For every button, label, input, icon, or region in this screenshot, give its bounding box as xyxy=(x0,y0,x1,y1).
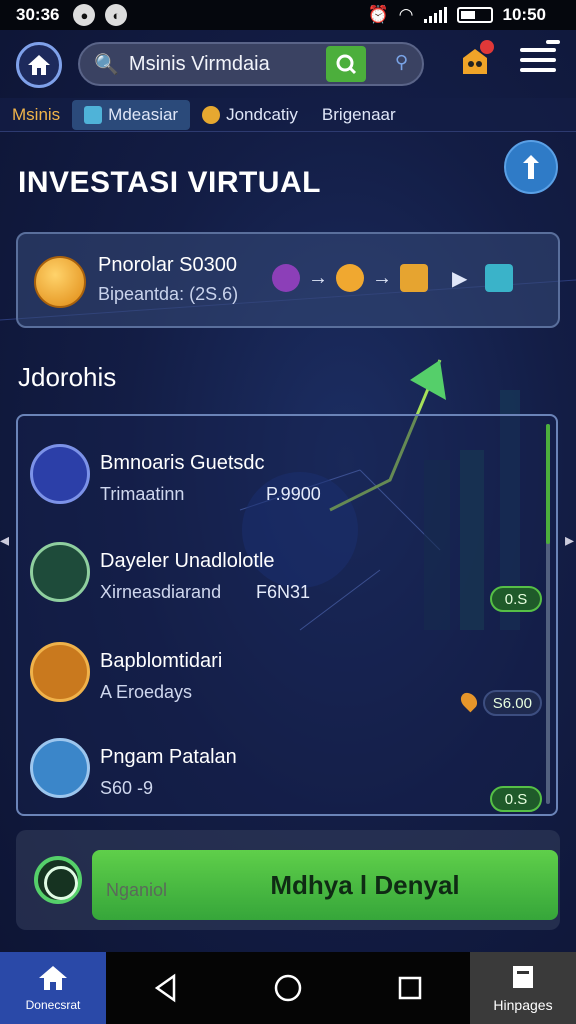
sort-button[interactable] xyxy=(504,140,558,194)
coin-icon xyxy=(336,264,364,292)
tab-mdeasiar[interactable]: Mdeasiar xyxy=(72,99,191,130)
status-time-left: 30:36 xyxy=(16,5,60,24)
network-icon xyxy=(485,264,514,292)
notification-badge xyxy=(480,40,494,54)
search-bar[interactable]: 🔍 Msinis Virmdaia ⚲ xyxy=(78,42,424,86)
item-name: Pngam Patalan xyxy=(100,746,237,768)
prev-arrow-icon[interactable]: ◂ xyxy=(0,530,9,551)
list-item[interactable]: Pngam Patalan S60 -9 0.S xyxy=(18,716,548,812)
tab-label: Mdeasiar xyxy=(108,104,179,124)
action-label: Nganiol xyxy=(106,880,168,900)
play-icon: ▶ xyxy=(452,267,468,290)
page-title: INVESTASI VIRTUAL xyxy=(18,166,321,199)
avatar xyxy=(30,738,90,798)
home-circle-button[interactable] xyxy=(268,968,308,1008)
tab-label: Msinis xyxy=(12,104,61,124)
option-radio[interactable] xyxy=(34,856,82,904)
notification-button[interactable] xyxy=(458,40,494,80)
back-button[interactable] xyxy=(146,968,186,1008)
nav-home-button[interactable]: Donecsrat xyxy=(0,952,106,1024)
bottom-navbar: Donecsrat Hinpages xyxy=(0,952,576,1024)
badge-icon xyxy=(202,105,221,124)
nav-pages-button[interactable]: Hinpages xyxy=(470,952,576,1024)
home-circle-icon xyxy=(274,974,302,1002)
alarm-icon: ⏰ xyxy=(367,5,389,24)
notification-app-icon-2: ◐ xyxy=(105,4,128,26)
arrow-updown-icon xyxy=(523,155,539,179)
item-subtitle: Trimaatinn xyxy=(100,484,185,504)
calendar-icon xyxy=(84,105,103,124)
item-subtitle: S60 -9 xyxy=(100,778,154,798)
recents-square-icon xyxy=(398,976,422,1000)
asset-flow: → → ▶ xyxy=(272,264,514,292)
menu-badge xyxy=(546,40,560,44)
notification-app-icon: ● xyxy=(73,4,96,26)
tab-label: Brigenaar xyxy=(321,104,396,124)
chart-bar-icon xyxy=(30,444,90,504)
item-name: Dayeler Unadlolotle xyxy=(100,550,275,572)
search-go-button[interactable] xyxy=(326,46,366,82)
primary-action-label: Mdhya l Denyal xyxy=(270,869,460,900)
portfolio-coin-icon xyxy=(34,256,86,308)
portfolio-card[interactable]: Pnorolar S0300 Bipeantda: (2S.6) → → ▶ xyxy=(16,232,560,328)
list-item[interactable]: Bmnoaris Guetsdc Trimaatinn P.9900 xyxy=(18,422,548,518)
app-header: 🔍 Msinis Virmdaia ⚲ xyxy=(0,34,576,94)
item-amount: F6N31 xyxy=(256,582,311,602)
back-triangle-icon xyxy=(154,973,176,1003)
home-button[interactable] xyxy=(16,42,62,88)
portfolio-title: Pnorolar S0300 xyxy=(98,254,237,276)
section-title: Jdorohis xyxy=(18,362,117,392)
menu-button[interactable] xyxy=(520,40,560,78)
portfolio-subtitle: Bipeantda: (2S.6) xyxy=(98,284,239,304)
arrow-right-icon: → xyxy=(308,266,328,289)
trend-leaf-icon xyxy=(30,642,90,702)
pages-icon xyxy=(513,966,533,988)
wifi-icon: ◠ xyxy=(398,5,414,24)
home-icon xyxy=(28,55,50,75)
crypto-icon xyxy=(272,264,300,292)
item-amount: P.9900 xyxy=(266,484,321,504)
tab-jondcatiy[interactable]: Jondcatiy xyxy=(190,100,310,130)
category-tabs: Msinis Mdeasiar Jondcatiy Brigenaar xyxy=(0,98,576,132)
briefcase-icon xyxy=(400,264,428,292)
tab-label: Jondcatiy xyxy=(226,104,298,124)
refresh-leaf-icon xyxy=(30,542,90,602)
item-value-chip: S6.00 xyxy=(482,690,542,716)
next-arrow-icon[interactable]: ▸ xyxy=(565,530,574,551)
voice-search-icon[interactable]: ⚲ xyxy=(395,52,408,73)
menu-icon xyxy=(520,48,556,52)
action-bar: Mdhya l Denyal Nganiol xyxy=(16,830,560,930)
list-item[interactable]: Dayeler Unadlolotle Xirneasdiarand F6N31… xyxy=(18,520,548,616)
nav-pages-label: Hinpages xyxy=(493,997,553,1013)
nav-home-label: Donecsrat xyxy=(25,998,81,1012)
item-subtitle: Xirneasdiarand xyxy=(100,582,222,602)
item-name: Bmnoaris Guetsdc xyxy=(100,452,265,474)
status-bar: 30:36 ● ◐ ⏰ ◠ 10:50 xyxy=(0,0,576,30)
search-icon: 🔍 xyxy=(94,53,119,76)
tab-brigenaar[interactable]: Brigenaar xyxy=(310,100,408,130)
arrow-right-icon: → xyxy=(372,266,392,289)
search-go-icon xyxy=(336,54,357,75)
status-time-right: 10:50 xyxy=(502,5,546,24)
item-value-chip: 0.S xyxy=(490,786,542,812)
list-item[interactable]: Bapblomtidari A Eroedays S6.00 xyxy=(18,620,548,716)
item-subtitle: A Eroedays xyxy=(100,682,193,702)
recents-button[interactable] xyxy=(390,968,430,1008)
tab-msinis[interactable]: Msinis xyxy=(0,100,72,130)
battery-icon xyxy=(456,7,493,23)
search-input[interactable]: Msinis Virmdaia xyxy=(129,53,270,76)
signal-icon xyxy=(423,7,447,23)
investment-list: Bmnoaris Guetsdc Trimaatinn P.9900 Dayel… xyxy=(16,414,558,816)
item-name: Bapblomtidari xyxy=(100,650,223,672)
item-value-chip: 0.S xyxy=(490,586,542,612)
location-pin-icon xyxy=(457,689,481,713)
home-icon xyxy=(39,966,67,990)
